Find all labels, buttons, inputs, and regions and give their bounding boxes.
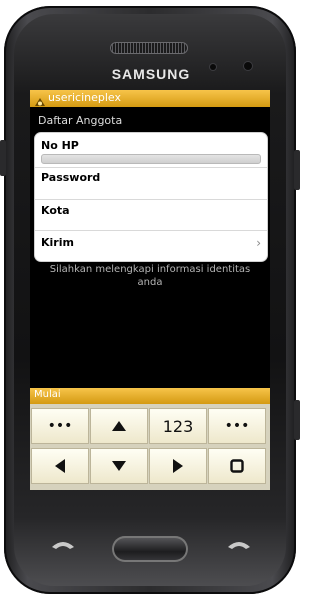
light-sensor-icon	[244, 62, 252, 70]
menu-label: Mulai	[34, 389, 61, 400]
field-label-nohp: No HP	[41, 139, 79, 152]
divider	[35, 230, 267, 231]
more-left-key[interactable]: •••	[31, 408, 89, 444]
front-camera-icon	[210, 64, 216, 70]
menu-bar[interactable]: Mulai	[30, 388, 270, 404]
key-label: •••	[47, 418, 73, 434]
up-key[interactable]	[90, 408, 148, 444]
chevron-right-icon: ›	[256, 236, 261, 250]
brand-logo: SAMSUNG	[111, 66, 191, 82]
divider	[35, 199, 267, 200]
field-label-kota[interactable]: Kota	[41, 204, 70, 217]
camera-key[interactable]	[294, 400, 300, 440]
arrow-right-icon	[173, 459, 183, 473]
arrow-left-icon	[55, 459, 65, 473]
field-label-password[interactable]: Password	[41, 171, 100, 184]
app-icon	[34, 93, 46, 106]
title-bar: usericineplex	[30, 90, 270, 107]
soft-keypad: ••• 123 •••	[30, 404, 270, 490]
power-key[interactable]	[294, 150, 300, 190]
numeric-key[interactable]: 123	[149, 408, 207, 444]
square-icon	[230, 459, 244, 473]
speaker-grille	[110, 42, 188, 54]
page-title: Daftar Anggota	[38, 114, 123, 127]
down-key[interactable]	[90, 448, 148, 484]
key-label: •••	[224, 418, 250, 434]
divider	[35, 167, 267, 168]
info-text: Silahkan melengkapi informasi identitas …	[49, 264, 251, 288]
square-key[interactable]	[208, 448, 266, 484]
key-label: 123	[162, 416, 194, 436]
home-button[interactable]	[112, 536, 188, 562]
nohp-input[interactable]	[41, 154, 261, 164]
end-call-icon[interactable]	[226, 536, 252, 550]
right-key[interactable]	[149, 448, 207, 484]
app-title: usericineplex	[48, 91, 122, 104]
screen: usericineplex Daftar Anggota No HP Passw…	[30, 90, 270, 490]
more-right-key[interactable]: •••	[208, 408, 266, 444]
submit-button[interactable]: Kirim	[41, 236, 74, 249]
arrow-up-icon	[112, 421, 126, 431]
arrow-down-icon	[112, 461, 126, 471]
call-icon[interactable]	[50, 536, 76, 550]
volume-key[interactable]	[0, 140, 6, 176]
registration-form: No HP Password Kota Kirim ›	[34, 132, 268, 262]
left-key[interactable]	[31, 448, 89, 484]
